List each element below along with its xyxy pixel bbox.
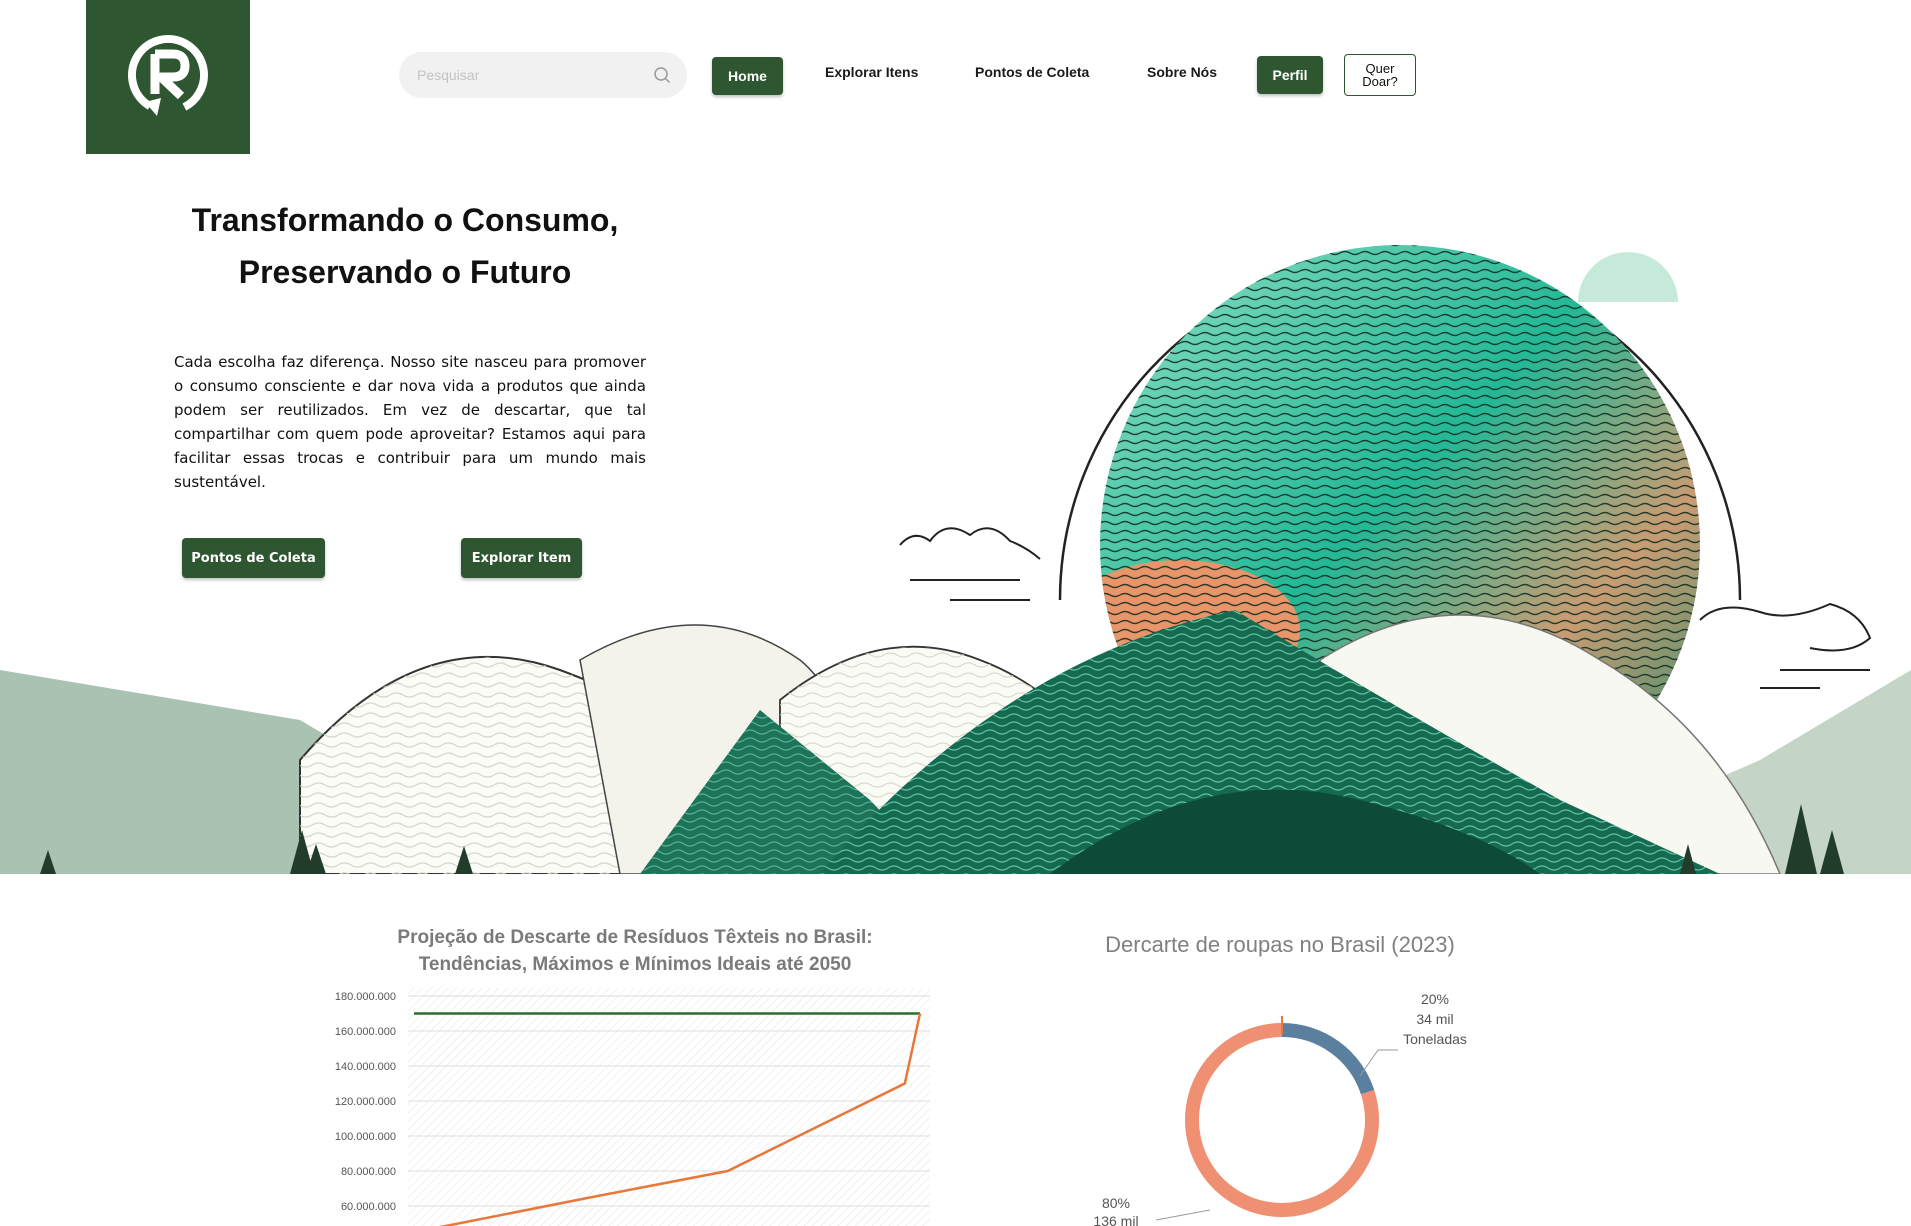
line-chart: 180.000.000 160.000.000 140.000.000 120.000…: [335, 988, 930, 1226]
top-navigation: Home Explorar Itens Pontos de Coleta Sob…: [0, 0, 1911, 154]
nav-explorar-itens-link[interactable]: Explorar Itens: [825, 64, 918, 80]
nav-perfil-button[interactable]: Perfil: [1257, 56, 1323, 94]
slice-label-percent: 80%: [1102, 1195, 1130, 1211]
donut-chart-title: Dercarte de roupas no Brasil (2023): [1105, 932, 1455, 957]
line-chart-title-line2: Tendências, Máximos e Mínimos Ideais até…: [418, 954, 852, 975]
y-tick-label: 60.000.000: [341, 1201, 396, 1213]
nav-pontos-coleta-link[interactable]: Pontos de Coleta: [975, 64, 1089, 80]
y-tick-label: 120.000.000: [335, 1096, 396, 1108]
line-chart-title-line1: Projeção de Descarte de Resíduos Têxteis…: [397, 927, 873, 948]
slice-label-unit: Toneladas: [1403, 1031, 1467, 1047]
donut-chart: 20% 34 mil Toneladas 80% 136 mil: [1093, 991, 1467, 1226]
search-bar[interactable]: [399, 52, 687, 98]
quer-doar-button[interactable]: Quer Doar?: [1344, 54, 1416, 96]
line-chart-title: Projeção de Descarte de Resíduos Têxteis…: [355, 924, 915, 978]
quer-doar-label-line2: Doar?: [1362, 74, 1398, 89]
slice-label-value: 34 mil: [1416, 1011, 1453, 1027]
slice-label-value: 136 mil: [1093, 1213, 1138, 1226]
y-tick-label: 160.000.000: [335, 1026, 396, 1038]
hero-title-line2: Preservando o Futuro: [238, 254, 572, 290]
y-tick-label: 80.000.000: [341, 1166, 396, 1178]
hero-title-line1: Transformando o Consumo,: [191, 202, 619, 238]
donut-slice: [1281, 1023, 1375, 1095]
y-tick-label: 100.000.000: [335, 1131, 396, 1143]
nav-home-button[interactable]: Home: [712, 57, 783, 95]
y-tick-label: 180.000.000: [335, 991, 396, 1003]
search-input[interactable]: [415, 66, 653, 84]
y-tick-label: 140.000.000: [335, 1061, 396, 1073]
recycle-r-logo-icon: [128, 35, 208, 116]
hero-title: Transformando o Consumo, Preservando o F…: [150, 194, 660, 298]
logo[interactable]: [86, 0, 250, 154]
leader-line: [1155, 1209, 1211, 1221]
explorar-item-button[interactable]: Explorar Item: [461, 538, 582, 578]
nav-sobre-nos-link[interactable]: Sobre Nós: [1147, 64, 1217, 80]
plot-area: [408, 988, 930, 1226]
search-icon[interactable]: [653, 66, 671, 84]
slice-label-percent: 20%: [1421, 991, 1449, 1007]
hero-description: Cada escolha faz diferença. Nosso site n…: [174, 353, 646, 491]
pontos-coleta-button[interactable]: Pontos de Coleta: [182, 538, 325, 578]
